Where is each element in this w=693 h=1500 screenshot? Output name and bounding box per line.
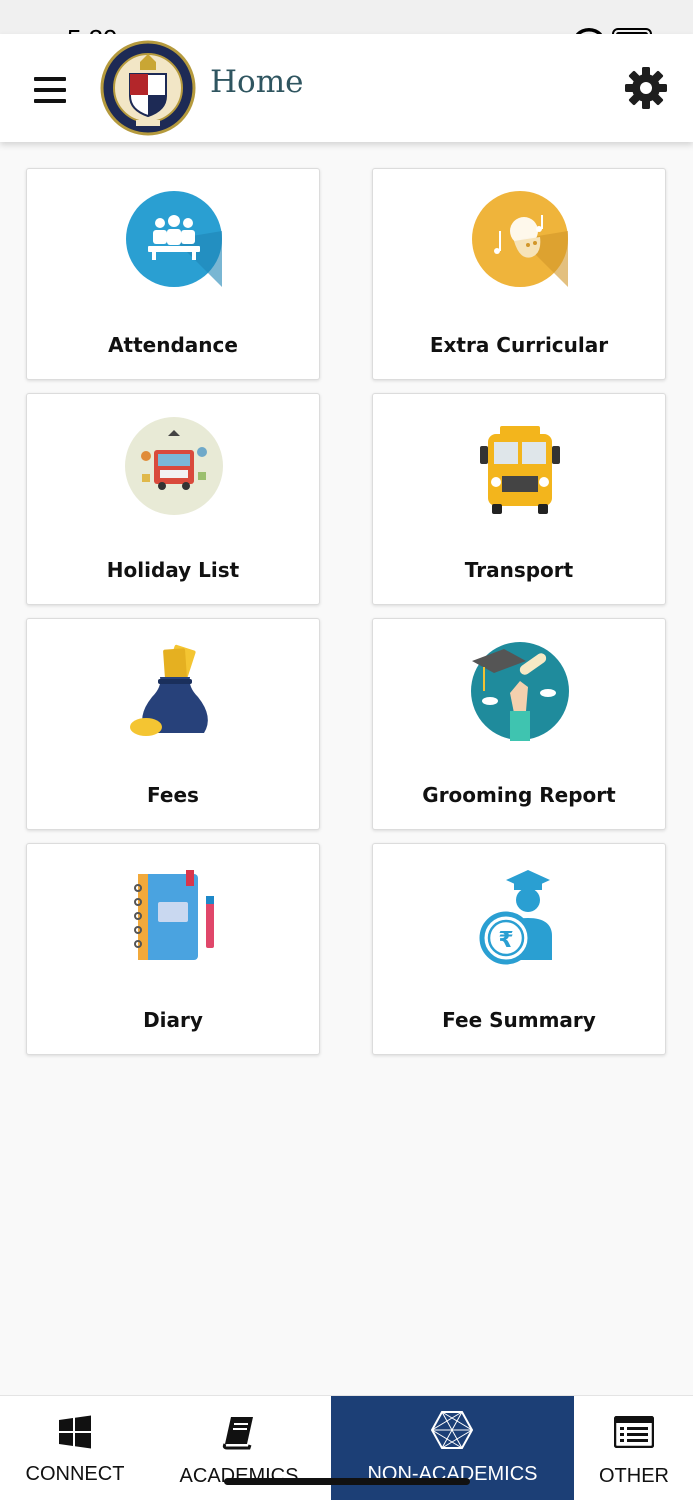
tile-fees[interactable]: Fees xyxy=(26,618,320,830)
theatre-masks-icon xyxy=(472,191,568,287)
tile-fee-summary[interactable]: ₹ Fee Summary xyxy=(372,843,666,1055)
menu-button[interactable] xyxy=(34,77,66,103)
app-header: Home xyxy=(0,34,693,142)
attendance-icon xyxy=(126,191,222,287)
tile-holiday-list[interactable]: Holiday List xyxy=(26,393,320,605)
tile-label: Fee Summary xyxy=(442,1008,596,1032)
hamburger-icon xyxy=(34,77,66,81)
status-bar: 5:29 xyxy=(0,0,693,54)
list-icon xyxy=(614,1416,654,1448)
nav-connect[interactable]: CONNECT xyxy=(0,1396,150,1500)
page-title: Home xyxy=(210,64,304,100)
tile-label: Transport xyxy=(464,558,574,582)
hexagon-icon xyxy=(431,1411,473,1449)
tile-label: Grooming Report xyxy=(422,783,616,807)
tile-diary[interactable]: Diary xyxy=(26,843,320,1055)
holiday-bus-icon xyxy=(125,417,223,515)
rupee-student-icon: ₹ xyxy=(479,870,552,965)
tile-label: Diary xyxy=(143,1008,203,1032)
tile-label: Extra Curricular xyxy=(429,333,609,357)
nav-other[interactable]: OTHER xyxy=(585,1396,683,1500)
windows-icon xyxy=(59,1415,91,1449)
money-bag-icon xyxy=(130,644,208,736)
nav-label: CONNECT xyxy=(25,1463,125,1485)
tile-extra-curricular[interactable]: Extra Curricular xyxy=(372,168,666,380)
tile-label: Fees xyxy=(147,783,199,807)
diary-notebook-icon xyxy=(134,870,214,960)
home-indicator xyxy=(224,1478,470,1485)
book-icon xyxy=(222,1417,253,1450)
tile-grooming-report[interactable]: Grooming Report xyxy=(372,618,666,830)
tile-attendance[interactable]: Attendance xyxy=(26,168,320,380)
tile-label: Holiday List xyxy=(106,558,240,582)
svg-text:₹: ₹ xyxy=(498,928,513,953)
school-bus-icon xyxy=(480,426,560,514)
tile-transport[interactable]: Transport xyxy=(372,393,666,605)
school-crest-logo xyxy=(100,40,196,136)
gear-icon[interactable] xyxy=(623,65,669,111)
tile-label: Attendance xyxy=(108,333,238,357)
nav-label: OTHER xyxy=(599,1465,669,1487)
graduation-diploma-icon xyxy=(471,642,569,741)
